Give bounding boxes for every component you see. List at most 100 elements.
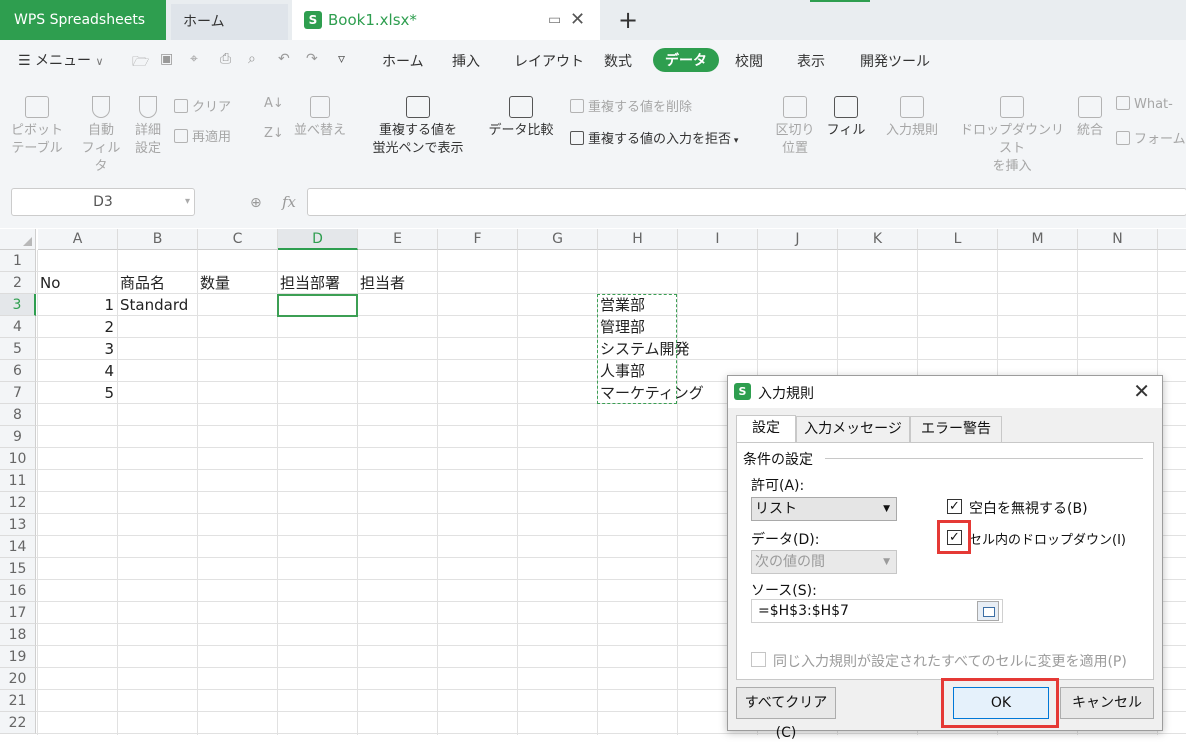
row-header-10[interactable]: 10 [0, 448, 36, 470]
close-icon[interactable]: ✕ [1133, 379, 1150, 403]
cell-B3[interactable]: Standard [120, 294, 188, 316]
row-header-20[interactable]: 20 [0, 668, 36, 690]
row-header-21[interactable]: 21 [0, 690, 36, 712]
row-header-1[interactable]: 1 [0, 250, 36, 272]
row-header-19[interactable]: 19 [0, 646, 36, 668]
row-header-22[interactable]: 22 [0, 712, 36, 734]
cell-A6[interactable]: 4 [36, 360, 114, 382]
row-header-3[interactable]: 3 [0, 294, 36, 316]
tab-formulas[interactable]: 数式 [604, 51, 632, 71]
menu-button[interactable]: ☰ メニュー ∨ [18, 50, 104, 70]
clear-all-button[interactable]: すべてクリア(C) [736, 687, 836, 741]
row-header-8[interactable]: 8 [0, 404, 36, 426]
new-tab-icon[interactable]: + [618, 0, 638, 40]
allow-select[interactable]: リスト ▼ [751, 497, 897, 521]
text-to-columns-button[interactable]: 区切り 位置 [772, 96, 818, 158]
sort-desc-icon[interactable]: Z↓ [264, 126, 284, 141]
cell-A5[interactable]: 3 [36, 338, 114, 360]
cell-A3[interactable]: 1 [36, 294, 114, 316]
tab-home[interactable]: ホーム [382, 51, 424, 71]
tab-error-alert[interactable]: エラー警告 [910, 416, 1002, 442]
cancel-button[interactable]: キャンセル [1060, 687, 1154, 719]
column-header-G[interactable]: G [518, 229, 598, 250]
select-all-corner[interactable] [0, 229, 36, 250]
dialog-title-bar[interactable]: S 入力規則 ✕ [728, 376, 1162, 408]
zoom-icon[interactable]: ⊕ [250, 195, 262, 211]
save-icon[interactable]: ▣ [160, 51, 173, 67]
data-validation-button[interactable]: 入力規則 [876, 96, 948, 140]
print-preview-icon[interactable]: ⌕ [248, 51, 256, 67]
row-header-11[interactable]: 11 [0, 470, 36, 492]
row-header-12[interactable]: 12 [0, 492, 36, 514]
pivot-table-button[interactable]: ピボット テーブル [10, 96, 64, 158]
advanced-filter-button[interactable]: 詳細 設定 [130, 96, 166, 158]
active-cell-D3[interactable] [277, 294, 358, 317]
row-header-7[interactable]: 7 [0, 382, 36, 404]
app-tab[interactable]: WPS Spreadsheets [0, 0, 166, 40]
tab-view[interactable]: 表示 [797, 51, 825, 71]
cell-A2[interactable]: No [40, 272, 60, 294]
cell-C2[interactable]: 数量 [200, 272, 230, 294]
customize-icon[interactable]: ▿ [338, 51, 345, 67]
column-header-C[interactable]: C [198, 229, 278, 250]
reject-duplicates-button[interactable]: 重複する値の入力を拒否 ▾ [570, 128, 738, 147]
row-header-5[interactable]: 5 [0, 338, 36, 360]
row-header-2[interactable]: 2 [0, 272, 36, 294]
reapply-filter-button[interactable]: 再適用 [174, 126, 231, 145]
column-header-M[interactable]: M [998, 229, 1078, 250]
column-header-N[interactable]: N [1078, 229, 1158, 250]
tab-data[interactable]: データ [653, 48, 719, 72]
column-header-D[interactable]: D [278, 229, 358, 250]
tab-review[interactable]: 校閲 [735, 51, 763, 71]
open-icon[interactable]: 🗁 [132, 51, 149, 75]
column-header-L[interactable]: L [918, 229, 998, 250]
ignore-blank-checkbox[interactable]: ✓ [947, 499, 962, 514]
file-tab[interactable]: S Book1.xlsx* ▭ ✕ [292, 0, 600, 40]
row-header-17[interactable]: 17 [0, 602, 36, 624]
tab-developer[interactable]: 開発ツール [860, 51, 930, 71]
insert-dropdown-list-button[interactable]: ドロップダウンリスト を挿入 [956, 96, 1068, 176]
function-icon[interactable]: fx [282, 193, 296, 211]
highlight-duplicates-button[interactable]: 重複する値を 蛍光ペンで表示 [362, 96, 474, 158]
home-tab[interactable]: ホーム [171, 4, 288, 40]
row-header-9[interactable]: 9 [0, 426, 36, 448]
tab-settings[interactable]: 設定 [736, 415, 796, 443]
range-select-icon[interactable] [977, 601, 999, 621]
what-if-button[interactable]: What- [1116, 96, 1173, 112]
cell-A4[interactable]: 2 [36, 316, 114, 338]
clear-filter-button[interactable]: クリア [174, 96, 231, 115]
fill-button[interactable]: フィル [824, 96, 868, 140]
cell-B2[interactable]: 商品名 [120, 272, 165, 294]
data-compare-button[interactable]: データ比較 [482, 96, 560, 140]
row-header-18[interactable]: 18 [0, 624, 36, 646]
print-icon[interactable]: ⎙ [220, 51, 231, 67]
column-header-A[interactable]: A [38, 229, 118, 250]
row-header-6[interactable]: 6 [0, 360, 36, 382]
row-header-14[interactable]: 14 [0, 536, 36, 558]
column-header-K[interactable]: K [838, 229, 918, 250]
source-input[interactable]: =$H$3:$H$7 [751, 599, 1003, 623]
consolidate-button[interactable]: 統合 [1072, 96, 1108, 140]
monitor-icon[interactable]: ▭ [548, 0, 561, 40]
row-header-13[interactable]: 13 [0, 514, 36, 536]
form-button[interactable]: フォーム [1116, 128, 1186, 147]
undo-icon[interactable]: ↶ [278, 51, 290, 67]
column-header-F[interactable]: F [438, 229, 518, 250]
column-header-E[interactable]: E [358, 229, 438, 250]
close-tab-icon[interactable]: ✕ [570, 0, 585, 40]
formula-input[interactable] [307, 188, 1186, 216]
row-header-15[interactable]: 15 [0, 558, 36, 580]
sort-button[interactable]: 並べ替え [292, 96, 348, 140]
cell-A7[interactable]: 5 [36, 382, 114, 404]
name-box-dropdown-icon[interactable]: ▾ [185, 189, 190, 215]
cell-E2[interactable]: 担当者 [360, 272, 405, 294]
column-header-I[interactable]: I [678, 229, 758, 250]
tab-input-message[interactable]: 入力メッセージ [796, 416, 910, 442]
row-header-4[interactable]: 4 [0, 316, 36, 338]
sort-asc-icon[interactable]: A↓ [264, 96, 284, 111]
cell-D2[interactable]: 担当部署 [280, 272, 340, 294]
row-header-16[interactable]: 16 [0, 580, 36, 602]
column-header-J[interactable]: J [758, 229, 838, 250]
tab-layout[interactable]: レイアウト [514, 51, 584, 71]
format-painter-icon[interactable]: ⌖ [190, 51, 198, 67]
